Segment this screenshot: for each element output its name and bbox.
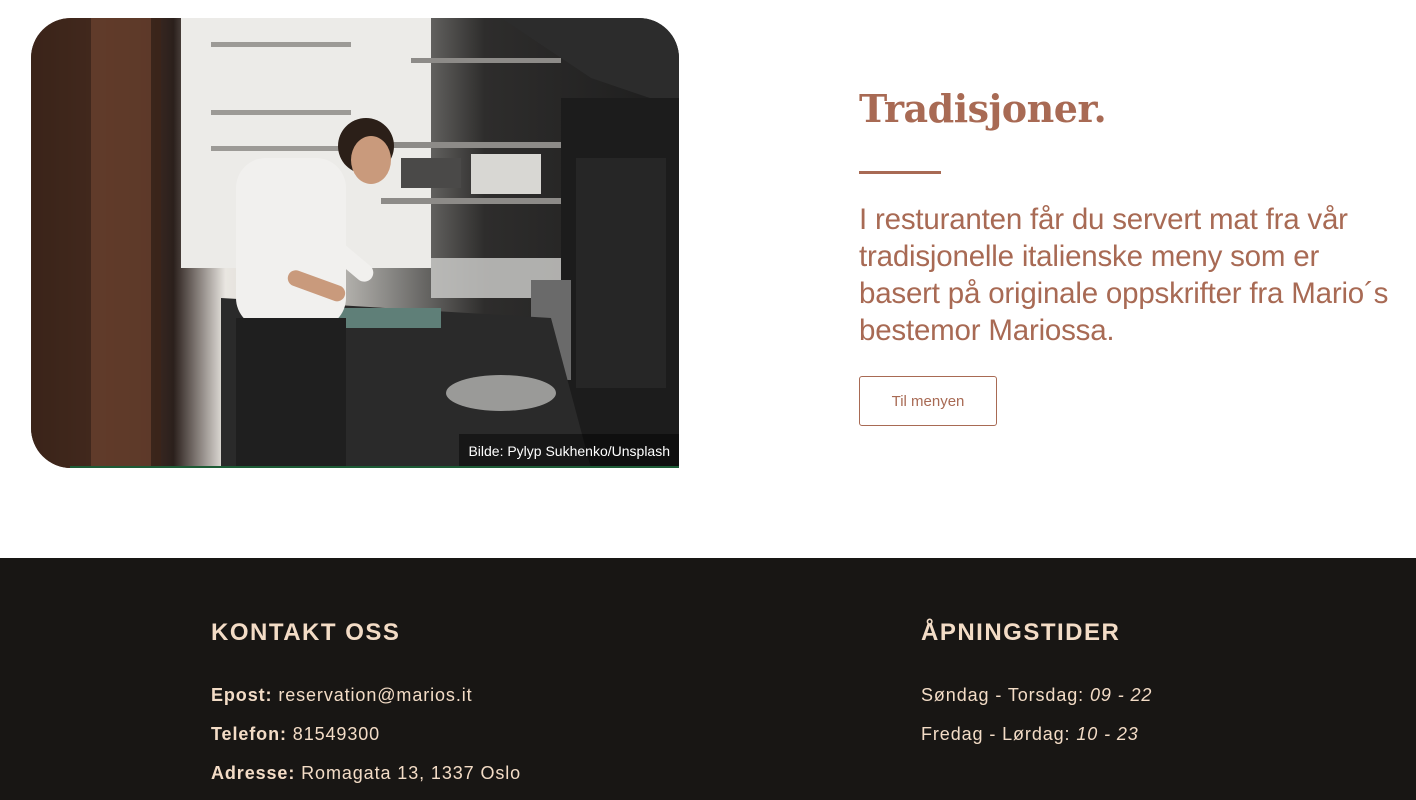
chef-kitchen-photo: Bilde: Pylyp Sukhenko/Unsplash bbox=[31, 18, 679, 468]
photo-accent-line bbox=[70, 466, 679, 468]
photo-credit: Bilde: Pylyp Sukhenko/Unsplash bbox=[459, 434, 679, 468]
email-row: Epost: reservation@marios.it bbox=[211, 685, 473, 706]
section-title: Tradisjoner. bbox=[859, 86, 1107, 131]
traditions-section: Bilde: Pylyp Sukhenko/Unsplash Tradisjon… bbox=[0, 0, 1416, 558]
section-description: I resturanten får du servert mat fra vår… bbox=[859, 203, 1389, 347]
title-divider bbox=[859, 171, 941, 174]
phone-value[interactable]: 81549300 bbox=[293, 724, 380, 744]
address-value: Romagata 13, 1337 Oslo bbox=[301, 763, 522, 783]
email-label: Epost: bbox=[211, 685, 273, 705]
email-value[interactable]: reservation@marios.it bbox=[278, 685, 472, 705]
phone-label: Telefon: bbox=[211, 724, 287, 744]
weekend-label: Fredag - Lørdag: bbox=[921, 724, 1071, 744]
weekday-hours-row: Søndag - Torsdag: 09 - 22 bbox=[921, 685, 1152, 706]
contact-heading: KONTAKT OSS bbox=[211, 619, 401, 646]
menu-button[interactable]: Til menyen bbox=[859, 376, 997, 426]
phone-row: Telefon: 81549300 bbox=[211, 724, 380, 745]
opening-hours-heading: ÅPNINGSTIDER bbox=[921, 619, 1121, 646]
address-label: Adresse: bbox=[211, 763, 296, 783]
weekday-label: Søndag - Torsdag: bbox=[921, 685, 1085, 705]
weekend-hours-row: Fredag - Lørdag: 10 - 23 bbox=[921, 724, 1139, 745]
kitchen-illustration bbox=[31, 18, 679, 468]
weekday-hours: 09 - 22 bbox=[1089, 685, 1153, 705]
footer: KONTAKT OSS Epost: reservation@marios.it… bbox=[0, 558, 1416, 800]
weekend-hours: 10 - 23 bbox=[1076, 724, 1139, 744]
address-row: Adresse: Romagata 13, 1337 Oslo bbox=[211, 763, 521, 784]
page: Bilde: Pylyp Sukhenko/Unsplash Tradisjon… bbox=[0, 0, 1416, 800]
